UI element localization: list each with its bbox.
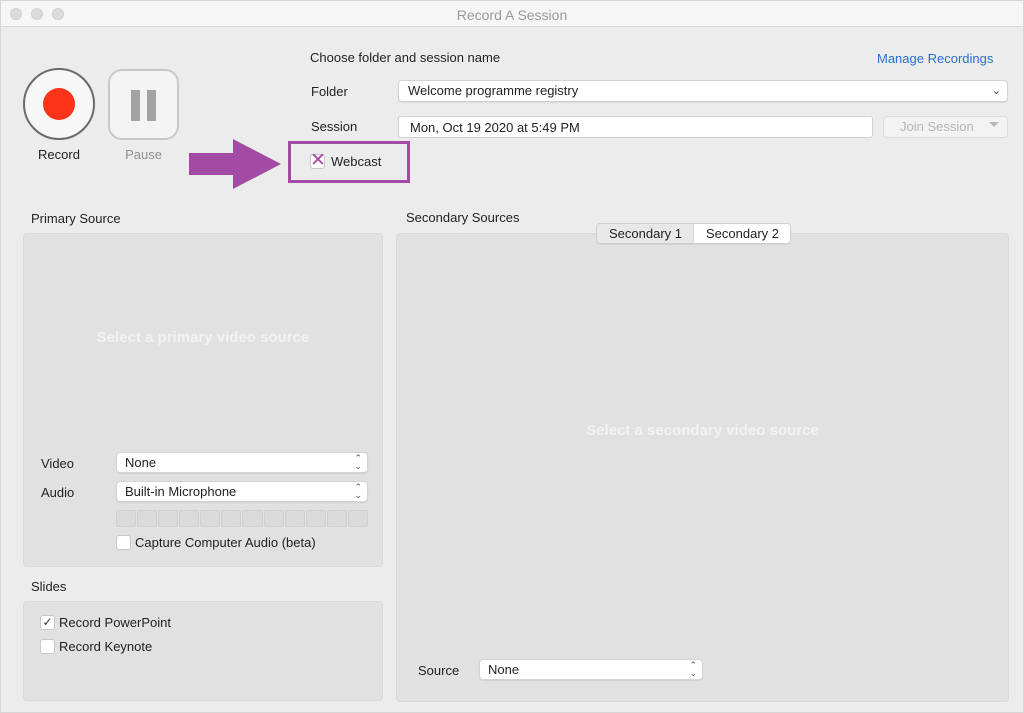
audio-meter-segment xyxy=(158,510,179,527)
record-label: Record xyxy=(38,147,80,162)
pause-icon xyxy=(131,90,140,121)
session-form-heading: Choose folder and session name xyxy=(310,50,501,65)
audio-meter-segment xyxy=(326,510,347,527)
up-down-chevron-icon: ⌃ ⌄ xyxy=(354,453,362,471)
secondary-source-select[interactable]: None ⌃ ⌄ xyxy=(479,659,703,680)
audio-meter-segment xyxy=(200,510,221,527)
secondary-sources-panel[interactable] xyxy=(396,233,1009,702)
secondary-tabs: Secondary 1 Secondary 2 xyxy=(596,223,791,244)
join-session-button[interactable]: Join Session xyxy=(883,116,1008,138)
chevron-down-icon: ⌄ xyxy=(991,85,1001,97)
record-button[interactable] xyxy=(23,68,95,140)
manage-recordings-link[interactable]: Manage Recordings xyxy=(877,51,993,66)
pause-label: Pause xyxy=(125,147,162,162)
slides-title: Slides xyxy=(31,579,67,594)
audio-label: Audio xyxy=(41,485,75,500)
join-session-label: Join Session xyxy=(900,119,974,134)
video-select-value: None xyxy=(125,455,157,470)
folder-select[interactable]: Welcome programme registry ⌄ xyxy=(398,80,1008,102)
audio-meter-segment xyxy=(116,510,137,527)
checkmark-icon: ✓ xyxy=(42,615,53,629)
audio-meter-segment xyxy=(221,510,242,527)
audio-meter-segment xyxy=(305,510,326,527)
x-mark-icon: ✕ xyxy=(310,150,326,171)
capture-computer-audio-checkbox[interactable] xyxy=(116,535,131,550)
folder-label: Folder xyxy=(311,84,348,99)
audio-meter-segment xyxy=(179,510,200,527)
title-bar: Record A Session xyxy=(1,1,1023,27)
session-name-input[interactable] xyxy=(398,116,873,138)
audio-meter-segment xyxy=(242,510,263,527)
record-keynote-checkbox[interactable] xyxy=(40,639,55,654)
audio-level-meter xyxy=(116,510,368,527)
source-label: Source xyxy=(418,663,460,678)
source-select-value: None xyxy=(488,662,520,677)
secondary-source-placeholder: Select a secondary video source xyxy=(586,422,819,439)
record-session-window: Record A Session Record Pause Choose fol… xyxy=(0,0,1024,713)
up-down-chevron-icon: ⌃ ⌄ xyxy=(354,482,362,500)
tab-secondary-2[interactable]: Secondary 2 xyxy=(694,224,790,243)
folder-select-value: Welcome programme registry xyxy=(408,83,579,98)
primary-source-placeholder: Select a primary video source xyxy=(96,329,310,346)
webcast-checkbox[interactable]: ✕ xyxy=(310,150,326,171)
audio-meter-segment xyxy=(137,510,158,527)
caret-down-icon xyxy=(989,122,999,127)
pause-button[interactable] xyxy=(108,69,179,140)
audio-select-value: Built-in Microphone xyxy=(125,484,237,499)
up-down-chevron-icon: ⌃ ⌄ xyxy=(689,660,697,678)
video-source-select[interactable]: None ⌃ ⌄ xyxy=(116,452,368,473)
audio-meter-segment xyxy=(284,510,305,527)
audio-meter-segment xyxy=(347,510,368,527)
secondary-sources-title: Secondary Sources xyxy=(406,210,520,225)
record-keynote-label: Record Keynote xyxy=(59,639,153,654)
record-powerpoint-checkbox[interactable]: ✓ xyxy=(40,615,55,630)
window-title: Record A Session xyxy=(456,7,568,23)
audio-source-select[interactable]: Built-in Microphone ⌃ ⌄ xyxy=(116,481,368,502)
session-label: Session xyxy=(311,119,358,134)
annotation-arrow-icon xyxy=(189,139,281,189)
pause-icon xyxy=(147,90,156,121)
webcast-label: Webcast xyxy=(331,154,382,169)
record-powerpoint-label: Record PowerPoint xyxy=(59,615,171,630)
capture-computer-audio-label: Capture Computer Audio (beta) xyxy=(135,535,316,550)
webcast-highlight-box: ✕ Webcast xyxy=(288,141,410,183)
audio-meter-segment xyxy=(263,510,284,527)
primary-source-title: Primary Source xyxy=(31,211,121,226)
record-icon xyxy=(43,88,75,120)
video-label: Video xyxy=(41,456,75,471)
tab-secondary-1[interactable]: Secondary 1 xyxy=(597,224,694,243)
